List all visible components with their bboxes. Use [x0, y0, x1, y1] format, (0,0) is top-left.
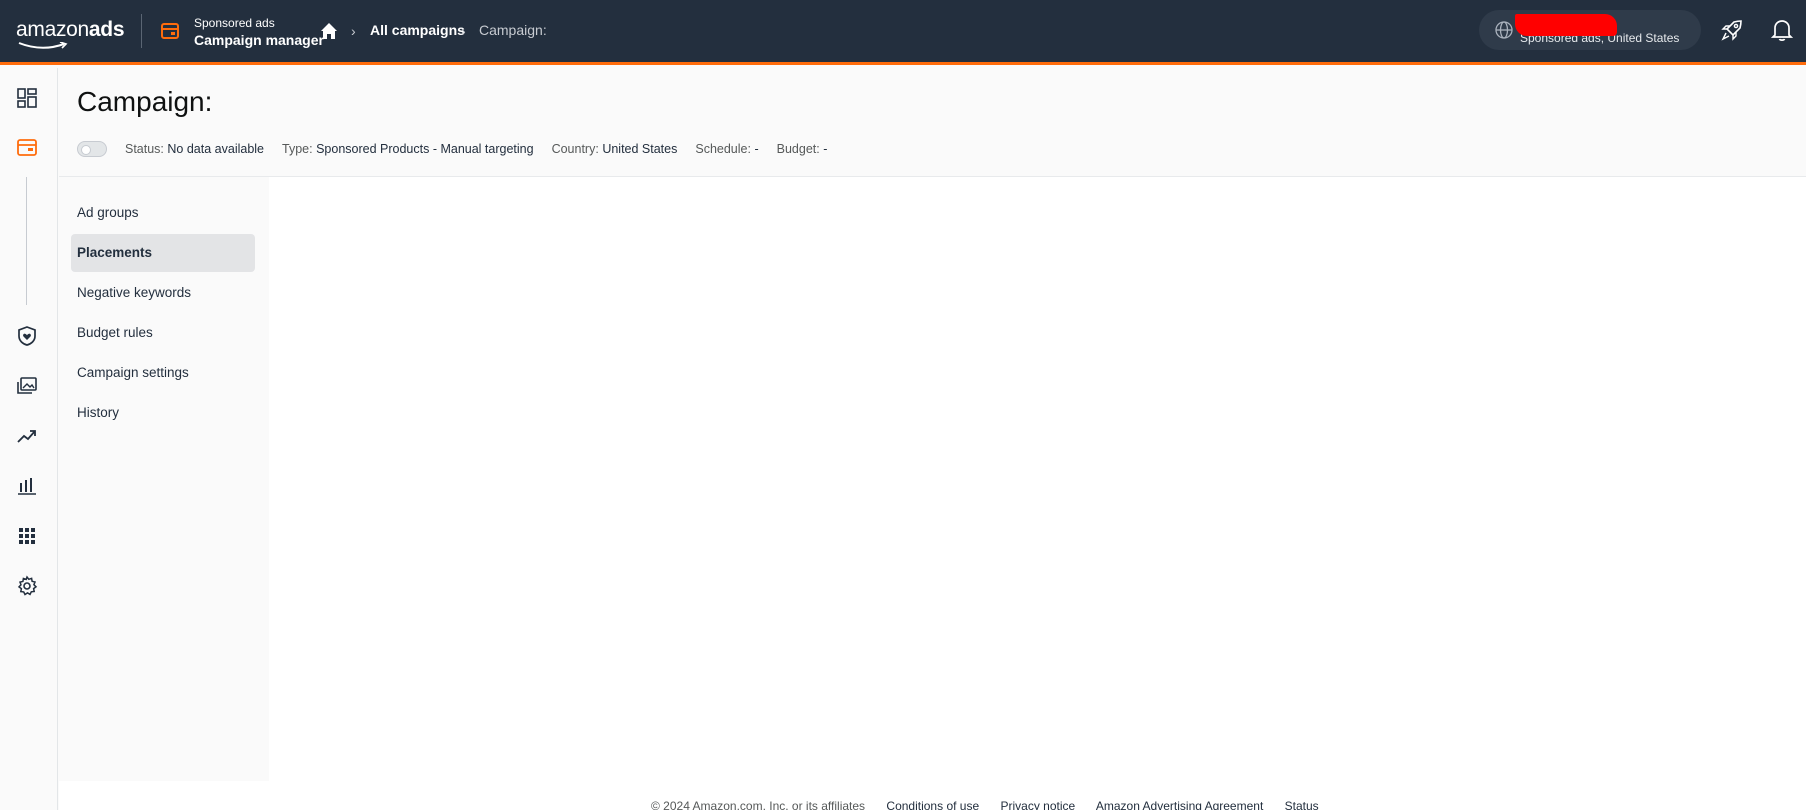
- amazon-ads-logo[interactable]: amazonads: [16, 18, 125, 49]
- meta-schedule-value: -: [754, 142, 759, 156]
- subnav-item-campaign-settings[interactable]: Campaign settings: [71, 354, 255, 392]
- reports-bar-chart-icon[interactable]: [16, 475, 38, 497]
- meta-country-value: United States: [602, 142, 678, 156]
- footer-copyright: © 2024 Amazon.com, Inc. or its affiliate…: [651, 799, 866, 810]
- campaign-meta-row: Status: No data available Type: Sponsore…: [77, 141, 845, 157]
- notifications-bell-icon[interactable]: [1771, 18, 1793, 42]
- logo-main-text: amazon: [16, 18, 89, 41]
- footer-link-status[interactable]: Status: [1285, 799, 1319, 810]
- top-navigation-bar: amazonads Sponsored ads Campaign manager…: [0, 0, 1806, 65]
- product-switcher[interactable]: Sponsored ads Campaign manager: [194, 15, 324, 49]
- apps-grid-icon[interactable]: [16, 525, 38, 547]
- meta-status: Status: No data available: [125, 142, 264, 156]
- footer-link-agreement[interactable]: Amazon Advertising Agreement: [1096, 799, 1263, 810]
- rocket-icon[interactable]: [1720, 18, 1744, 42]
- subnav-item-placements[interactable]: Placements: [71, 234, 255, 272]
- campaign-manager-product-icon: [161, 23, 179, 39]
- meta-budget-label: Budget:: [776, 142, 820, 156]
- page-footer: © 2024 Amazon.com, Inc. or its affiliate…: [59, 781, 1806, 810]
- campaign-status-toggle[interactable]: [77, 141, 107, 157]
- subnav-item-history[interactable]: History: [71, 394, 255, 432]
- subnav-item-negative-keywords[interactable]: Negative keywords: [71, 274, 255, 312]
- amazon-smile-icon: [18, 42, 68, 49]
- footer-row: © 2024 Amazon.com, Inc. or its affiliate…: [651, 799, 1337, 810]
- breadcrumb-current: Campaign:: [479, 22, 547, 38]
- meta-type-label: Type:: [282, 142, 313, 156]
- globe-icon: [1495, 21, 1513, 39]
- redacted-account-name: [1515, 14, 1617, 36]
- meta-status-value: No data available: [167, 142, 265, 156]
- breadcrumb-all-campaigns[interactable]: All campaigns: [370, 22, 465, 38]
- account-selector[interactable]: Sponsored ads, United States: [1479, 10, 1701, 50]
- footer-link-conditions[interactable]: Conditions of use: [886, 799, 979, 810]
- product-line-label: Sponsored ads: [194, 16, 275, 30]
- dashboard-icon[interactable]: [16, 87, 38, 109]
- measurement-trend-icon[interactable]: [16, 425, 38, 447]
- meta-budget-value: -: [823, 142, 828, 156]
- rail-section-line: [26, 177, 27, 305]
- left-navigation-rail: [0, 68, 58, 810]
- main-content-area: [269, 177, 1806, 781]
- settings-gear-icon[interactable]: [16, 575, 38, 597]
- footer-link-privacy[interactable]: Privacy notice: [1000, 799, 1075, 810]
- meta-budget: Budget: -: [777, 142, 828, 156]
- meta-type-value: Sponsored Products - Manual targeting: [316, 142, 534, 156]
- brand-protection-icon[interactable]: [16, 325, 38, 347]
- product-name-label: Campaign manager: [194, 32, 324, 48]
- meta-schedule-label: Schedule:: [695, 142, 751, 156]
- campaign-subnav: Ad groups Placements Negative keywords B…: [59, 177, 269, 781]
- header-divider: [141, 14, 142, 48]
- meta-schedule: Schedule: -: [695, 142, 758, 156]
- campaign-manager-icon[interactable]: [16, 137, 38, 159]
- home-icon[interactable]: [318, 20, 340, 42]
- meta-status-label: Status:: [125, 142, 164, 156]
- logo-suffix-text: ads: [88, 18, 125, 41]
- meta-country: Country: United States: [552, 142, 678, 156]
- subnav-item-ad-groups[interactable]: Ad groups: [71, 194, 255, 232]
- breadcrumb-chevron-icon: ›: [351, 23, 356, 39]
- meta-country-label: Country:: [551, 142, 599, 156]
- subnav-item-budget-rules[interactable]: Budget rules: [71, 314, 255, 352]
- meta-type: Type: Sponsored Products - Manual target…: [282, 142, 534, 156]
- breadcrumb-chevron-icon: ›: [461, 23, 466, 39]
- page-title: Campaign:: [77, 86, 213, 117]
- creative-assets-icon[interactable]: [16, 375, 38, 397]
